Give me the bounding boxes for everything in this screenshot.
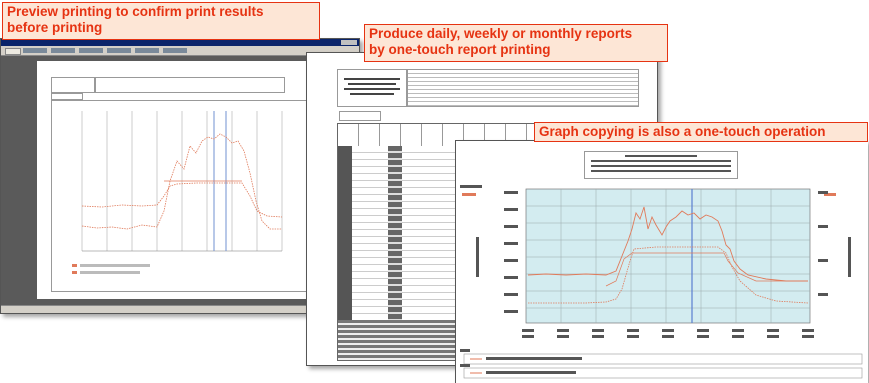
graph-frame [51, 100, 308, 292]
copied-graph [460, 185, 863, 379]
graph-window [455, 140, 868, 383]
toolbar-button[interactable] [163, 48, 187, 53]
report-info-box [95, 77, 285, 93]
report-header [337, 69, 639, 107]
toolbar-button[interactable] [107, 48, 131, 53]
callout-graph: Graph copying is also a one-touch operat… [534, 122, 868, 142]
toolbar-button[interactable] [5, 48, 21, 55]
report-title-box [337, 69, 407, 107]
toolbar-button[interactable] [135, 48, 159, 53]
toolbar-button[interactable] [23, 48, 47, 53]
report-tab [339, 111, 381, 121]
preview-graph [72, 111, 283, 274]
window-controls[interactable] [341, 40, 357, 45]
title-bar [1, 39, 359, 46]
toolbar-button[interactable] [79, 48, 103, 53]
callout-preview: Preview printing to confirm print result… [2, 2, 320, 40]
callout-reports: Produce daily, weekly or monthly reports… [364, 24, 668, 62]
report-tab [51, 93, 83, 100]
report-meta-box [407, 69, 639, 107]
preview-page [37, 61, 323, 299]
report-header-box [51, 77, 95, 93]
toolbar-button[interactable] [51, 48, 75, 53]
